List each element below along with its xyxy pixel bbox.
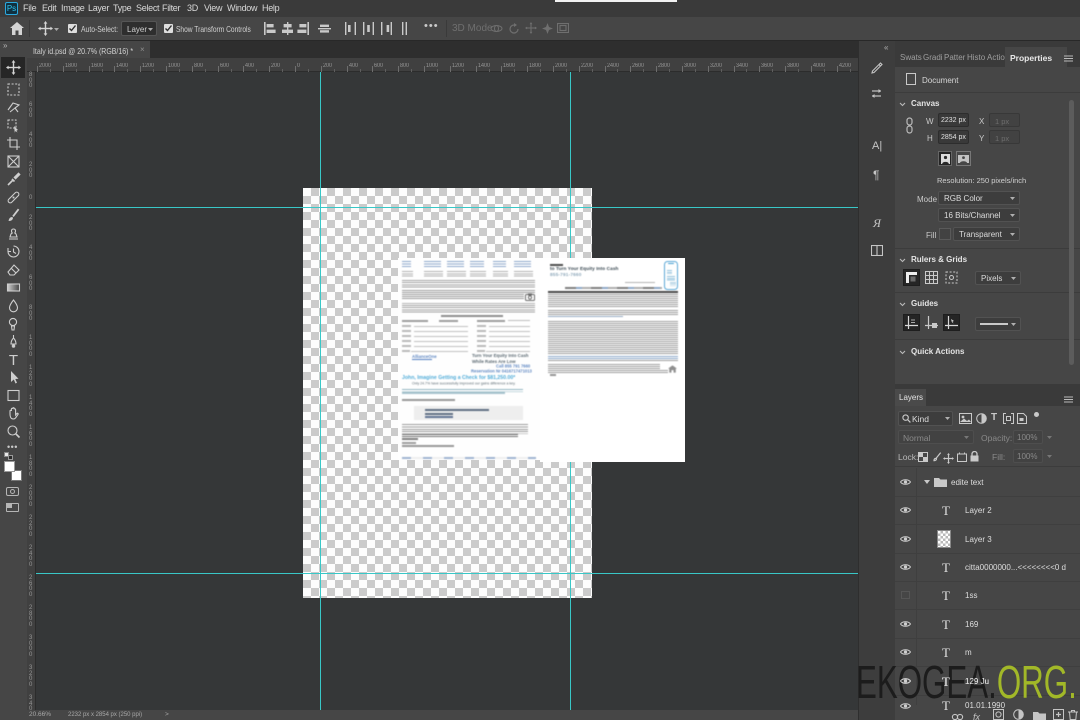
svg-text:T: T (9, 352, 18, 367)
